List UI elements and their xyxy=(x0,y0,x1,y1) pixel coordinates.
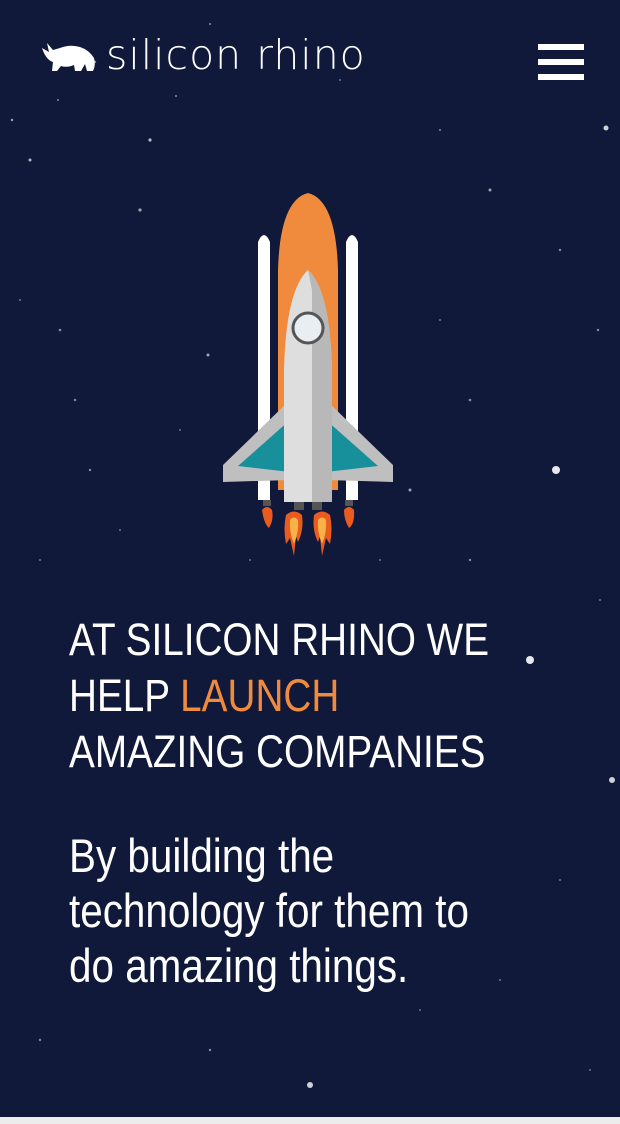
brand-name: silicon rhino xyxy=(106,31,366,79)
subheadline-line-1: By building the xyxy=(69,829,335,882)
brand-logo[interactable]: silicon rhino xyxy=(40,32,366,78)
hero-headline: AT SILICON RHINO WE HELP LAUNCH AMAZING … xyxy=(69,612,516,780)
rhino-icon xyxy=(42,43,95,71)
headline-line-3: AMAZING COMPANIES xyxy=(69,726,486,777)
headline-line-1: AT SILICON RHINO WE xyxy=(69,614,490,665)
subheadline-line-3: do amazing things. xyxy=(69,939,409,992)
hero-subheadline: By building the technology for them to d… xyxy=(69,828,469,993)
subheadline-line-2: technology for them to xyxy=(69,884,469,937)
site-header: silicon rhino xyxy=(0,0,620,110)
rocket-icon xyxy=(223,193,393,556)
menu-button[interactable] xyxy=(538,44,584,80)
hero-page: silicon rhino AT SILICON RHINO WE HELP L… xyxy=(0,0,620,1117)
headline-line-2-prefix: HELP xyxy=(69,670,181,721)
headline-accent-word: LAUNCH xyxy=(180,670,340,721)
